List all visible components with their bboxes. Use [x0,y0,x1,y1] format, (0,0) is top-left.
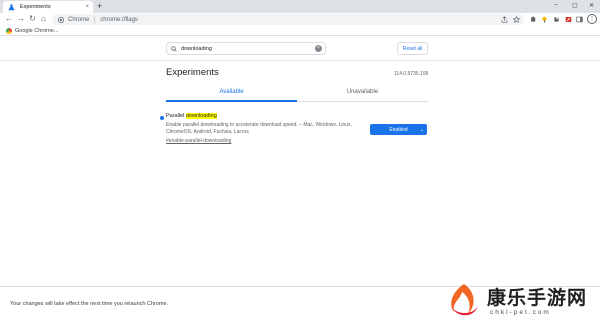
modified-indicator [160,116,164,120]
pin-icon[interactable] [541,16,548,23]
address-text: Chrome | chrome://flags [68,17,138,23]
maximize-button[interactable]: ▢ [572,2,578,9]
home-button[interactable]: ⌂ [41,14,46,24]
watermark-title: 康乐手游网 [487,287,588,309]
version-label: 114.0.5735.199 [394,71,429,77]
experiment-state-select[interactable]: Enabled ⌄ [370,124,427,135]
menu-icon: ⋮ [588,16,596,23]
selected-state: Enabled [389,126,408,133]
experiment-name-prefix: Parallel [166,113,186,119]
flask-icon [8,3,15,10]
header-divider [0,60,600,61]
new-tab-button[interactable]: + [97,1,102,11]
chrome-logo-icon [58,16,64,23]
sidebar-icon[interactable] [565,16,572,23]
search-field: × [166,42,326,55]
menu-button[interactable]: ⋮ [587,14,597,24]
close-window-button[interactable]: ✕ [589,2,594,9]
star-icon[interactable] [513,16,520,23]
reload-button[interactable]: ↻ [29,14,36,24]
watermark: 康乐手游网 chkl-pet.com [443,281,600,322]
tab-strip: Experiments × + – ▢ ✕ [0,0,600,13]
tab-available[interactable]: Available [166,86,297,102]
origin-label: Chrome [68,16,90,23]
bookmarks-bar: Google Chrome... [0,26,600,36]
search-icon [171,45,177,52]
back-button[interactable]: ← [5,14,13,24]
search-input[interactable] [181,45,315,52]
tab-close-icon[interactable]: × [85,4,89,10]
tab-title: Experiments [20,4,51,10]
share-icon[interactable] [501,16,508,23]
extension-icon[interactable] [553,16,560,23]
experiment-description: Enable parallel downloading to accelerat… [166,122,352,135]
bookmark-item[interactable]: Google Chrome... [15,28,58,34]
address-bar[interactable]: Chrome | chrome://flags [52,14,524,25]
reset-all-button[interactable]: Reset all [397,42,428,55]
watermark-url: chkl-pet.com [490,309,551,316]
minimize-button[interactable]: – [554,2,557,8]
browser-tab[interactable]: Experiments × [3,1,93,13]
clear-search-icon[interactable]: × [315,45,322,52]
origin-separator: | [94,16,96,23]
page-title: Experiments [166,67,219,78]
chevron-down-icon: ⌄ [419,126,424,133]
relaunch-notice: Your changes will take effect the next t… [10,301,169,307]
flags-tabs: Available Unavailable [166,86,428,102]
experiment-permalink[interactable]: #enable-parallel-downloading [166,138,231,144]
search-match-highlight: downloading [185,113,217,119]
chrome-logo-icon [6,27,12,34]
watermark-logo-icon [451,284,478,316]
tab-unavailable[interactable]: Unavailable [297,86,428,102]
experiment-name: Parallel downloading [166,113,217,119]
profile-icon[interactable] [576,16,583,23]
forward-button[interactable]: → [17,14,25,24]
url-text: chrome://flags [100,16,138,23]
browser-toolbar: ← → ↻ ⌂ Chrome | chrome://flags ⋮ [0,13,600,26]
puzzle-icon[interactable] [530,16,537,23]
